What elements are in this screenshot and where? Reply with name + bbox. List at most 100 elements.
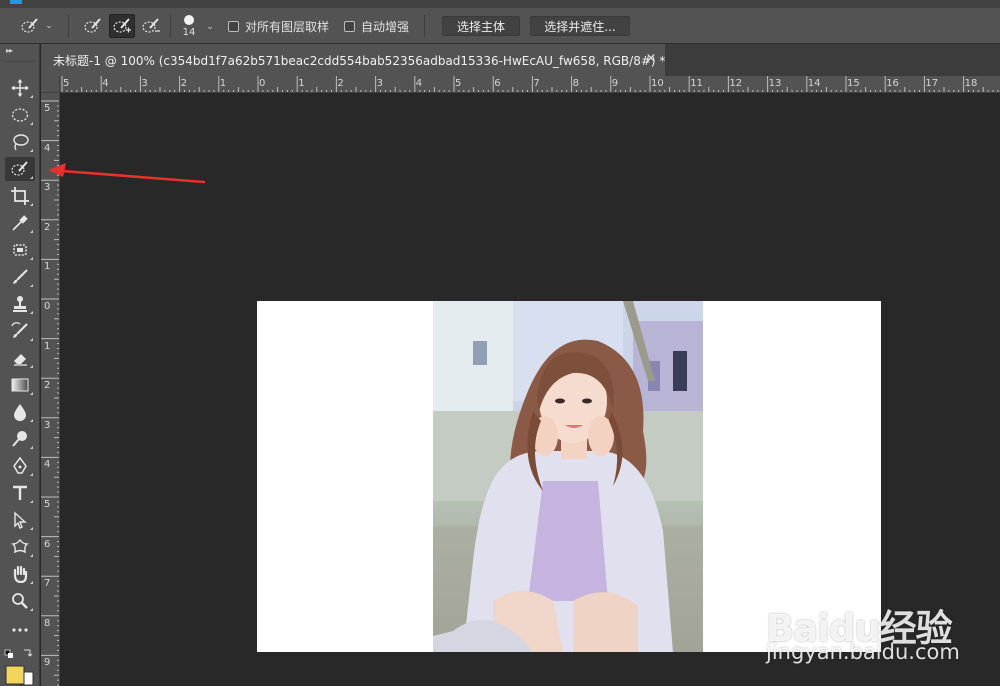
sample-all-layers-checkbox[interactable]: 对所有图层取样 xyxy=(228,18,329,34)
ruler-origin[interactable] xyxy=(41,76,60,93)
eraser-icon xyxy=(14,354,27,366)
pen-tool[interactable] xyxy=(5,454,35,478)
crop-tool[interactable] xyxy=(5,184,35,208)
quick-selection-tool[interactable] xyxy=(5,157,35,181)
eyedropper-icon xyxy=(12,215,28,231)
move-tool[interactable] xyxy=(5,76,35,100)
clone-stamp-tool[interactable] xyxy=(5,292,35,316)
watermark-url: jingyan.baidu.com xyxy=(766,640,960,664)
lasso-icon xyxy=(13,134,29,151)
brush-tool[interactable] xyxy=(5,265,35,289)
divider xyxy=(68,15,69,37)
brush-picker[interactable]: 14 xyxy=(178,11,200,41)
dodge-icon xyxy=(12,431,27,447)
chevron-down-icon: ⌄ xyxy=(206,22,214,32)
lasso-tool[interactable] xyxy=(5,130,35,154)
select-and-mask-button[interactable]: 选择并遮住... xyxy=(530,16,630,36)
blur-tool[interactable] xyxy=(5,400,35,424)
vertical-ruler-label: 2 xyxy=(44,380,51,392)
dodge-tool[interactable] xyxy=(5,427,35,451)
blur-drop-icon xyxy=(14,404,26,421)
vertical-ruler-label: 5 xyxy=(44,499,51,510)
portrait-photo-graphic xyxy=(433,301,703,652)
brush-dropdown-button[interactable]: ⌄ xyxy=(204,20,216,34)
horizontal-ruler-label: 1 xyxy=(219,78,227,89)
horizontal-ruler-label: 4 xyxy=(102,78,109,89)
eraser-tool[interactable] xyxy=(5,346,35,370)
horizontal-ruler-label: 8 xyxy=(572,78,579,89)
close-icon[interactable]: × xyxy=(644,52,658,66)
horizontal-ruler-label: 10 xyxy=(651,78,664,89)
horizontal-ruler-label: 12 xyxy=(729,78,743,89)
vertical-ruler-label: 9 xyxy=(44,657,51,669)
sample-all-layers-label: 对所有图层取样 xyxy=(245,19,330,34)
checkbox-box[interactable] xyxy=(344,20,355,32)
checkbox-box[interactable] xyxy=(228,20,239,32)
vertical-ruler-label: 1 xyxy=(44,340,51,352)
vertical-ruler-label: 3 xyxy=(44,419,51,431)
photoshop-window: ⌄ 14 ⌄ 对所有图层取样 自动增强 选择主体 选择并遮住... ▸▸ 未标题… xyxy=(0,0,1000,686)
vertical-ruler-label: 0 xyxy=(44,301,51,312)
document-tab-bar: 未标题-1 @ 100% (c354bd1f7a62b571beac2cdd55… xyxy=(41,44,1000,76)
horizontal-ruler-label: 0 xyxy=(259,78,266,89)
horizontal-ruler-label: 4 xyxy=(415,78,423,89)
gradient-icon xyxy=(11,378,29,392)
horizontal-ruler-label: 1 xyxy=(298,78,305,89)
baidu-watermark: Baidu经验 jingyan.baidu.com xyxy=(766,576,1000,686)
annotation-arrow xyxy=(48,163,206,184)
horizontal-ruler-label: 2 xyxy=(337,78,344,89)
vertical-ruler-label: 4 xyxy=(44,142,51,154)
select-subject-button[interactable]: 选择主体 xyxy=(442,16,520,36)
horizontal-ruler-label: 5 xyxy=(63,78,70,89)
quick-selection-add-icon xyxy=(113,18,131,33)
vertical-ruler-label: 4 xyxy=(44,459,51,471)
horizontal-ruler-label: 7 xyxy=(533,78,540,89)
type-icon xyxy=(13,485,27,500)
document-title: 未标题-1 @ 100% (c354bd1f7a62b571beac2cdd55… xyxy=(53,53,666,68)
vertical-ruler-label: 6 xyxy=(44,538,51,550)
move-icon xyxy=(11,79,29,97)
subtract-from-selection-button[interactable] xyxy=(138,14,164,38)
path-selection-icon xyxy=(14,511,27,529)
marquee-tool[interactable] xyxy=(5,103,35,127)
more-icon xyxy=(12,628,28,632)
document-tab[interactable]: 未标题-1 @ 100% (c354bd1f7a62b571beac2cdd55… xyxy=(41,44,665,76)
horizontal-ruler-label: 5 xyxy=(455,78,462,89)
tool-preset-picker[interactable]: ⌄ xyxy=(14,14,58,38)
horizontal-ruler[interactable]: 5 4 3 2 1 0 1 2 3 4 5 6 7 8 9 10 11 12 13 14 15 16 17 18 xyxy=(60,76,1000,93)
horizontal-ruler-label: 15 xyxy=(847,78,860,89)
collapse-panel-icon[interactable]: ▸▸ xyxy=(6,46,13,55)
color-swatches xyxy=(4,644,36,686)
horizontal-ruler-label: 13 xyxy=(768,78,782,89)
path-selection-tool[interactable] xyxy=(5,508,35,532)
zoom-tool[interactable] xyxy=(5,589,35,613)
options-bar: ⌄ 14 ⌄ 对所有图层取样 自动增强 选择主体 选择并遮住... xyxy=(0,8,1000,44)
swap-colors-icon xyxy=(24,649,33,657)
vertical-ruler-label: 2 xyxy=(44,221,51,233)
history-brush-tool[interactable] xyxy=(5,319,35,343)
eyedropper-tool[interactable] xyxy=(5,211,35,235)
auto-enhance-checkbox[interactable]: 自动增强 xyxy=(344,18,409,34)
vertical-ruler-label: 5 xyxy=(44,103,51,114)
type-tool[interactable] xyxy=(5,481,35,505)
add-to-selection-button[interactable] xyxy=(109,14,135,38)
custom-shape-tool[interactable] xyxy=(5,535,35,559)
edit-toolbar-button[interactable] xyxy=(5,618,35,642)
horizontal-ruler-label: 17 xyxy=(925,78,939,89)
tools-panel: ▸▸ xyxy=(0,44,40,686)
horizontal-ruler-label: 3 xyxy=(141,78,148,89)
new-selection-button[interactable] xyxy=(80,14,106,38)
divider xyxy=(424,15,425,37)
history-brush-icon xyxy=(11,322,28,338)
crop-icon xyxy=(11,187,29,205)
healing-brush-tool[interactable] xyxy=(5,238,35,262)
horizontal-ruler-label: 9 xyxy=(611,78,619,89)
horizontal-ruler-label: 2 xyxy=(180,78,187,89)
gradient-tool[interactable] xyxy=(5,373,35,397)
zoom-icon xyxy=(12,593,28,609)
vertical-ruler-label: 1 xyxy=(44,261,51,273)
horizontal-ruler-label: 3 xyxy=(376,78,383,89)
hand-tool[interactable] xyxy=(5,562,35,586)
hand-icon xyxy=(13,565,28,583)
quick-selection-new-icon xyxy=(84,18,101,33)
